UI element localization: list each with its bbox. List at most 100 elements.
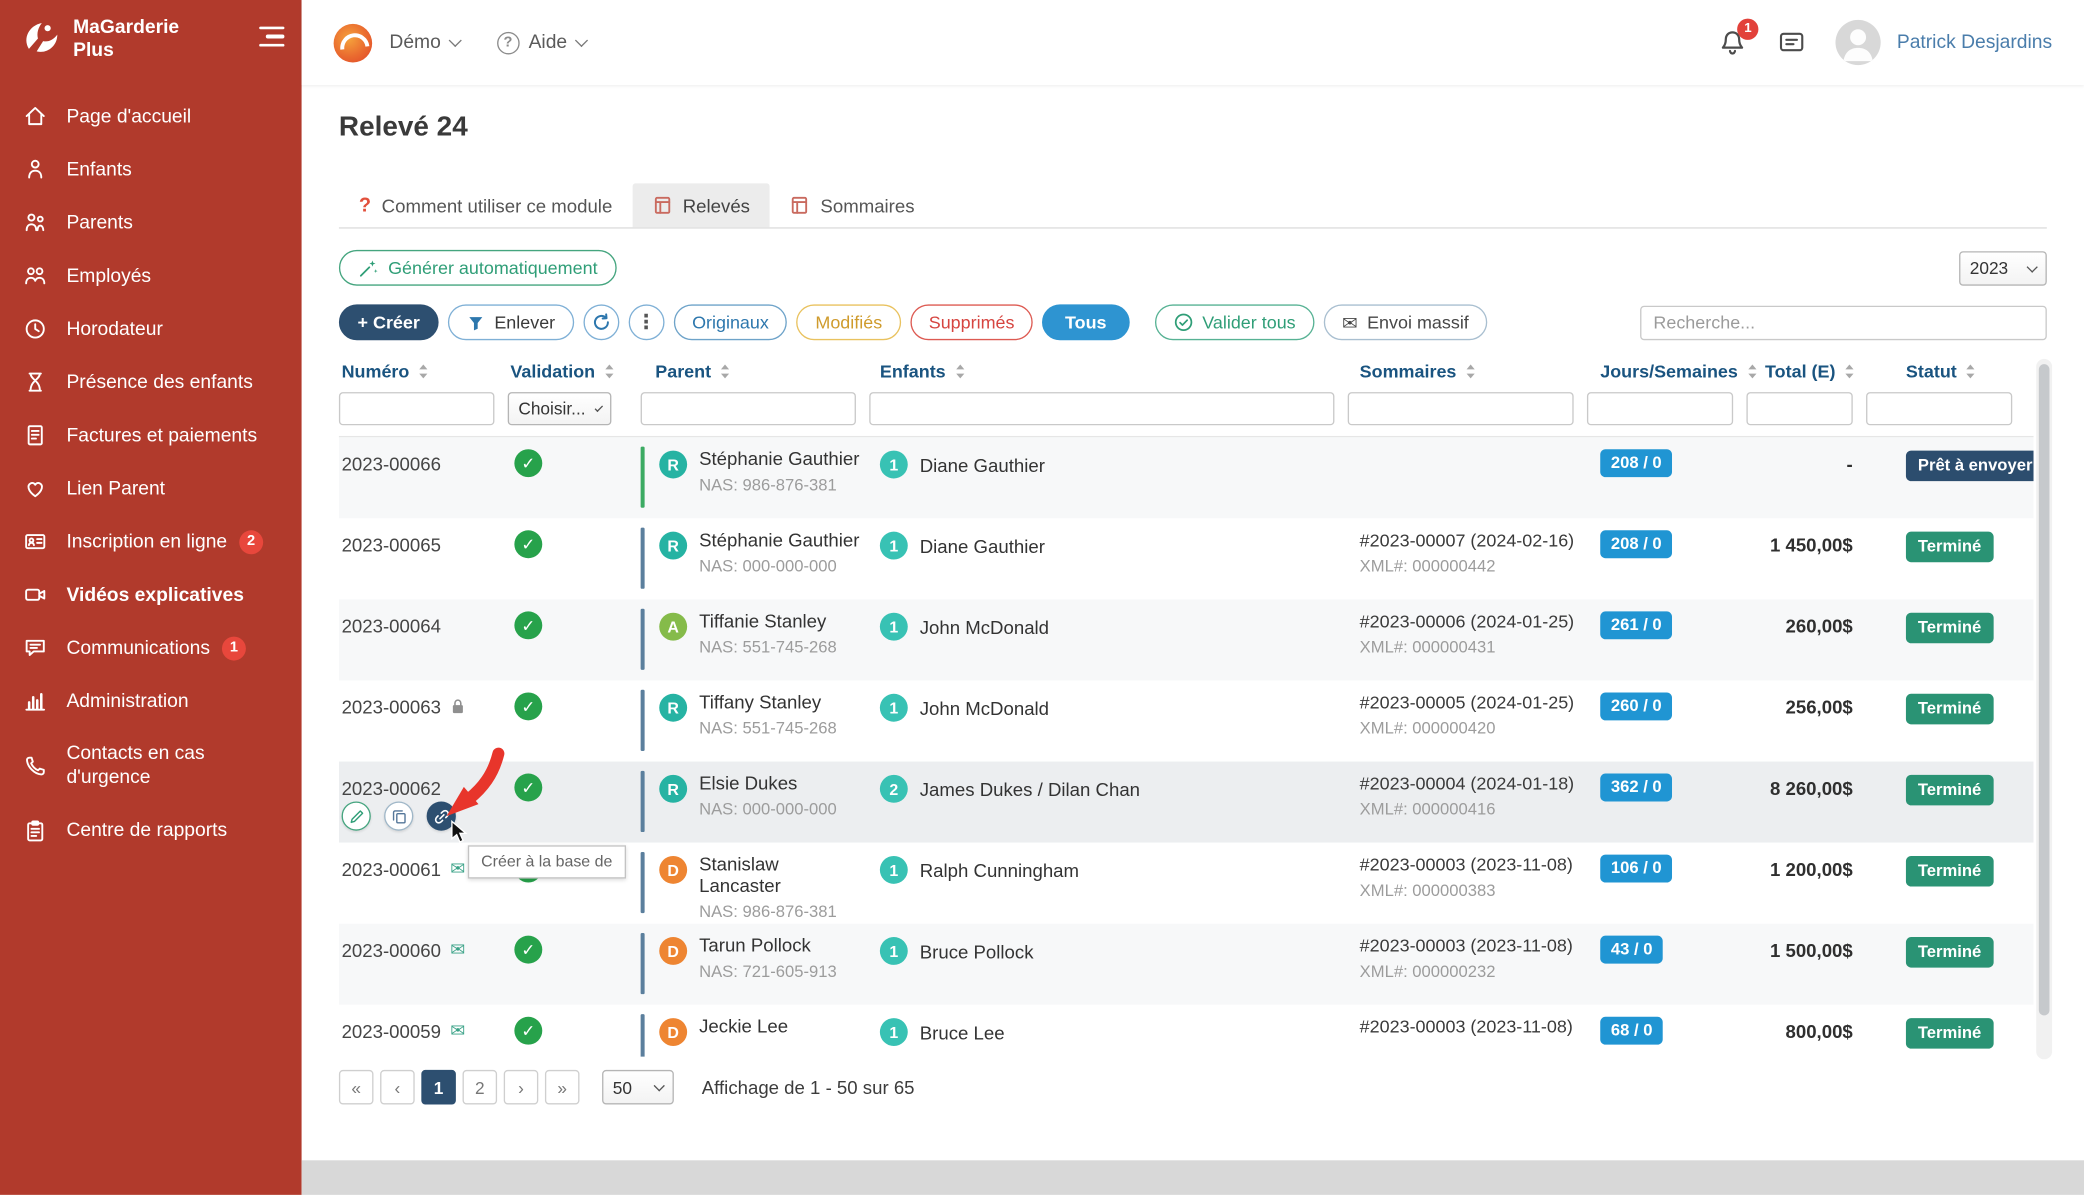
table-row[interactable]: 2023-00062 ✓ RElsie DukesNAS: 000-000-00… [339,762,2034,843]
tab-sommaires[interactable]: Sommaires [770,183,935,227]
generate-button[interactable]: Générer automatiquement [339,250,616,286]
sidebar-item-factures[interactable]: Factures et paiements [0,409,302,462]
parent-cell: RStéphanie GauthierNAS: 000-000-000 [641,518,870,599]
validated-check-icon: ✓ [514,774,542,802]
more-options-button[interactable]: ⋮ [628,304,664,340]
messages-button[interactable] [1777,28,1806,57]
filter-sommaires-input[interactable] [1348,392,1574,425]
sidebar-item-employes[interactable]: Employés [0,250,302,303]
column-header-sommaires[interactable]: Sommaires [1348,356,1587,389]
table-row[interactable]: 2023-00060✉ ✓ DTarun PollockNAS: 721-605… [339,924,2034,1005]
filter-parent-input[interactable] [641,392,856,425]
jours-badge: 106 / 0 [1600,855,1672,883]
sort-icon[interactable] [1843,363,1855,380]
filter-tous-button[interactable]: Tous [1042,304,1129,340]
validation-cell: ✓ [508,762,641,843]
sidebar-item-parents[interactable]: Parents [0,196,302,249]
remove-button[interactable]: Enlever [448,304,574,340]
user-name[interactable]: Patrick Desjardins [1897,32,2052,53]
status-badge: Terminé [1906,532,1993,563]
filter-supprimes-button[interactable]: Supprimés [910,304,1033,340]
prev-page-button[interactable]: ‹ [380,1070,415,1105]
help-menu[interactable]: ? Aide [497,31,586,54]
last-page-button[interactable]: » [545,1070,580,1105]
releve-number: 2023-00059✉ [339,1005,508,1057]
sort-icon[interactable] [417,363,429,380]
sidebar-item-presence[interactable]: Présence des enfants [0,356,302,409]
sommaire-ref: #2023-00004 (2024-01-18) [1360,774,1582,794]
filter-modifies-button[interactable]: Modifiés [797,304,901,340]
column-header-numero[interactable]: Numéro [339,356,508,389]
sidebar-item-accueil[interactable]: Page d'accueil [0,90,302,143]
column-header-total[interactable]: Total (E) [1746,356,1866,389]
filter-enfants-input[interactable] [869,392,1334,425]
page-1-button[interactable]: 1 [421,1070,456,1105]
kebab-icon: ⋮ [636,312,656,332]
sidebar-item-inscription[interactable]: Inscription en ligne2 [0,515,302,568]
search-input[interactable] [1640,305,2047,340]
sent-envelope-icon: ✉ [450,941,465,959]
sidebar-item-videos[interactable]: Vidéos explicatives [0,569,302,622]
sort-icon[interactable] [954,363,966,380]
sidebar-item-label: Contacts en cas d'urgence [66,742,291,790]
brand-line1: MaGarderie [73,17,179,40]
next-page-button[interactable]: › [504,1070,539,1105]
user-avatar[interactable] [1836,20,1881,65]
table-row[interactable]: 2023-00063 ✓ RTiffany StanleyNAS: 551-74… [339,680,2034,761]
column-header-jours[interactable]: Jours/Semaines [1587,356,1746,389]
sidebar-item-horodateur[interactable]: Horodateur [0,303,302,356]
column-header-statut[interactable]: Statut [1866,356,2033,389]
year-select[interactable]: 2023 [1959,251,2047,286]
table-row[interactable]: 2023-00065 ✓ RStéphanie GauthierNAS: 000… [339,518,2034,599]
first-page-button[interactable]: « [339,1070,374,1105]
column-header-parent[interactable]: Parent [641,356,870,389]
filter-statut-input[interactable] [1866,392,2012,425]
app-logo-icon[interactable] [334,23,373,62]
sort-icon[interactable] [603,363,615,380]
sidebar-item-label: Administration [66,689,188,713]
page-size-select[interactable]: 50 [602,1070,674,1105]
notifications-button[interactable]: 1 [1717,27,1748,58]
edit-button[interactable] [342,801,371,830]
sort-icon[interactable] [719,363,731,380]
sidebar-item-rapports[interactable]: Centre de rapports [0,804,302,857]
table-row[interactable]: 2023-00066 ✓ RStéphanie GauthierNAS: 986… [339,437,2034,518]
sidebar-item-lien-parent[interactable]: Lien Parent [0,462,302,515]
column-header-validation[interactable]: Validation [508,356,641,389]
parent-name: Stéphanie Gauthier [699,448,859,469]
sidebar-item-enfants[interactable]: Enfants [0,143,302,196]
duplicate-button[interactable] [384,801,413,830]
tab-bar: ? Comment utiliser ce module Relevés Som… [339,183,2047,228]
table-scrollbar[interactable] [2036,359,2052,1059]
filter-total-input[interactable] [1746,392,1852,425]
mass-send-button[interactable]: ✉ Envoi massif [1324,304,1488,340]
table-row[interactable]: 2023-00064 ✓ ATiffanie StanleyNAS: 551-7… [339,599,2034,680]
tab-releves[interactable]: Relevés [632,183,770,227]
statut-cell: Terminé [1866,599,2033,680]
sidebar-item-contacts-urgence[interactable]: Contacts en cas d'urgence [0,728,302,804]
jours-cell: 43 / 0 [1587,924,1746,1005]
column-header-enfants[interactable]: Enfants [869,356,1347,389]
generate-row: Générer automatiquement 2023 [339,250,2047,286]
chevron-down-icon [2027,261,2038,272]
page-2-button[interactable]: 2 [463,1070,498,1105]
filter-jours-input[interactable] [1587,392,1733,425]
filter-numero-input[interactable] [339,392,495,425]
validate-all-button[interactable]: Valider tous [1154,304,1314,340]
table-row[interactable]: 2023-00059✉ ✓ DJeckie Lee 1Bruce Lee #20… [339,1005,2034,1057]
create-button[interactable]: + Créer [339,304,439,340]
refresh-button[interactable] [583,304,619,340]
filter-validation-select[interactable]: Choisir... [508,392,612,425]
tab-help[interactable]: ? Comment utiliser ce module [339,183,632,227]
sidebar-item-communications[interactable]: Communications1 [0,622,302,675]
sort-icon[interactable] [1464,363,1476,380]
filter-originaux-button[interactable]: Originaux [673,304,787,340]
sidebar-item-administration[interactable]: Administration [0,675,302,728]
brand-name[interactable]: MaGarderie Plus [73,17,179,63]
sort-icon[interactable] [1965,363,1977,380]
org-switcher[interactable]: Démo [389,32,459,53]
sidebar-toggle-icon[interactable] [259,27,284,47]
brand-logo-icon[interactable] [19,17,63,57]
scrollbar-thumb[interactable] [2039,364,2050,1015]
brand-line2: Plus [73,40,179,63]
